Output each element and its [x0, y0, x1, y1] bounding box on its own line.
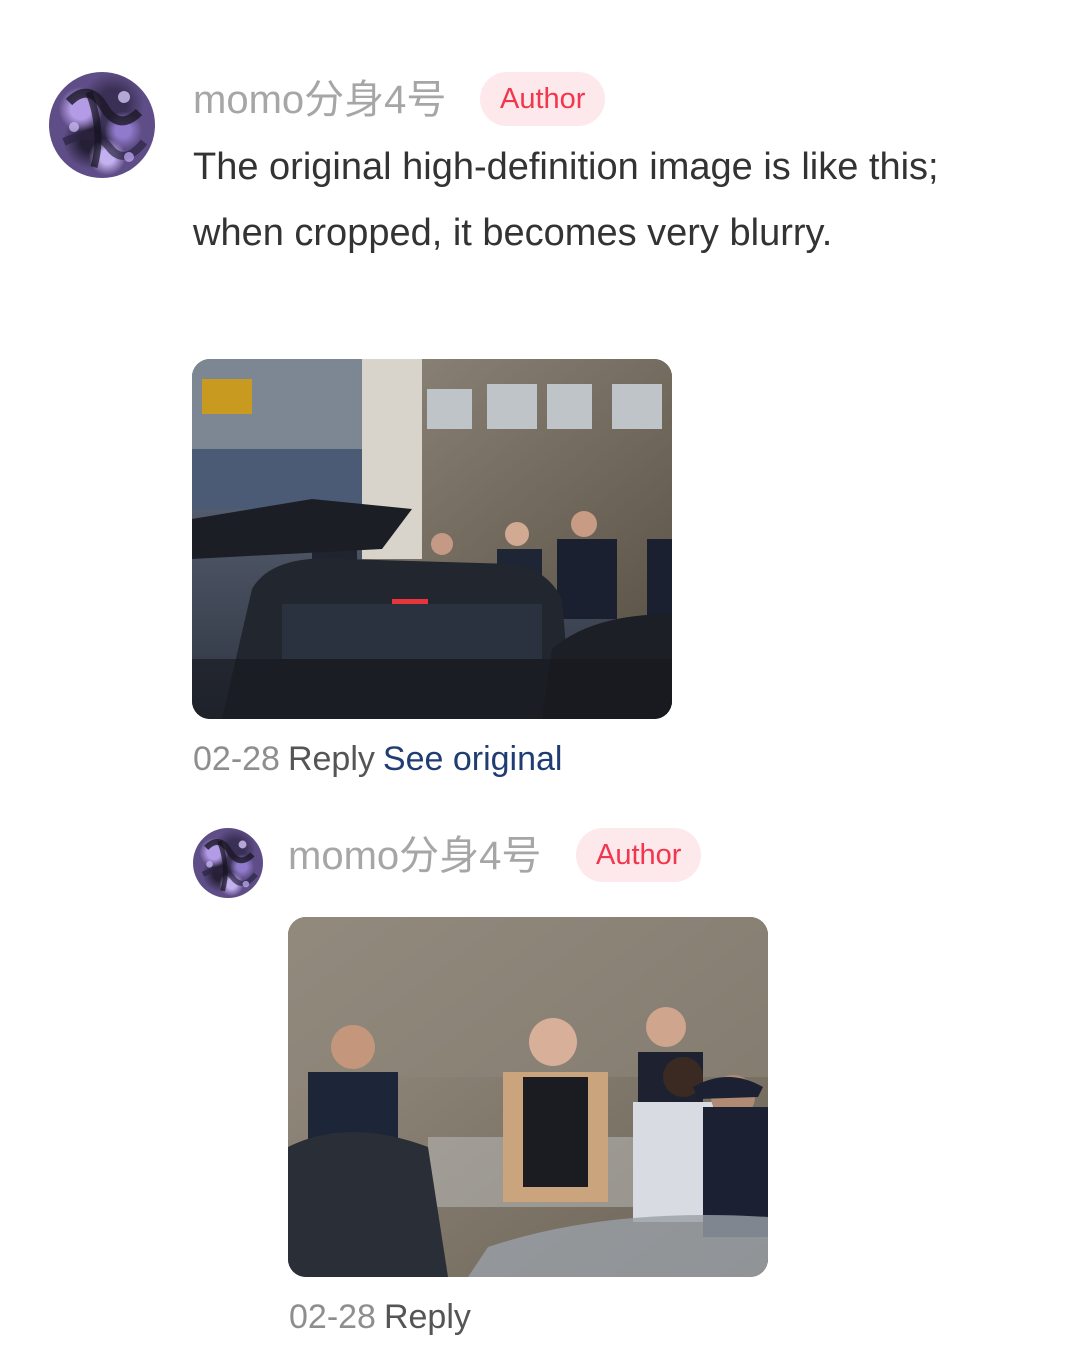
author-badge: Author [576, 828, 702, 882]
username[interactable]: momo分身4号 [193, 80, 446, 120]
comment-meta: 02-28 Reply See original [193, 742, 562, 776]
avatar[interactable] [49, 72, 155, 178]
username[interactable]: momo分身4号 [288, 836, 541, 876]
comment-image[interactable] [192, 359, 672, 719]
timestamp: 02-28 [289, 1298, 376, 1336]
reply-button[interactable]: Reply [384, 1298, 471, 1336]
avatar-image [62, 88, 148, 168]
comment-text[interactable]: The original high-definition image is li… [193, 134, 1013, 266]
timestamp: 02-28 [193, 740, 280, 778]
photo-thumbnail-icon [192, 359, 672, 719]
reply-image[interactable] [288, 917, 768, 1277]
avatar-image [201, 839, 258, 892]
reply-button[interactable]: Reply [288, 740, 375, 778]
see-original-link[interactable]: See original [383, 740, 563, 778]
author-badge: Author [480, 72, 606, 126]
avatar[interactable] [193, 828, 263, 898]
photo-thumbnail-icon [288, 917, 768, 1277]
reply-meta: 02-28 Reply [289, 1300, 471, 1334]
